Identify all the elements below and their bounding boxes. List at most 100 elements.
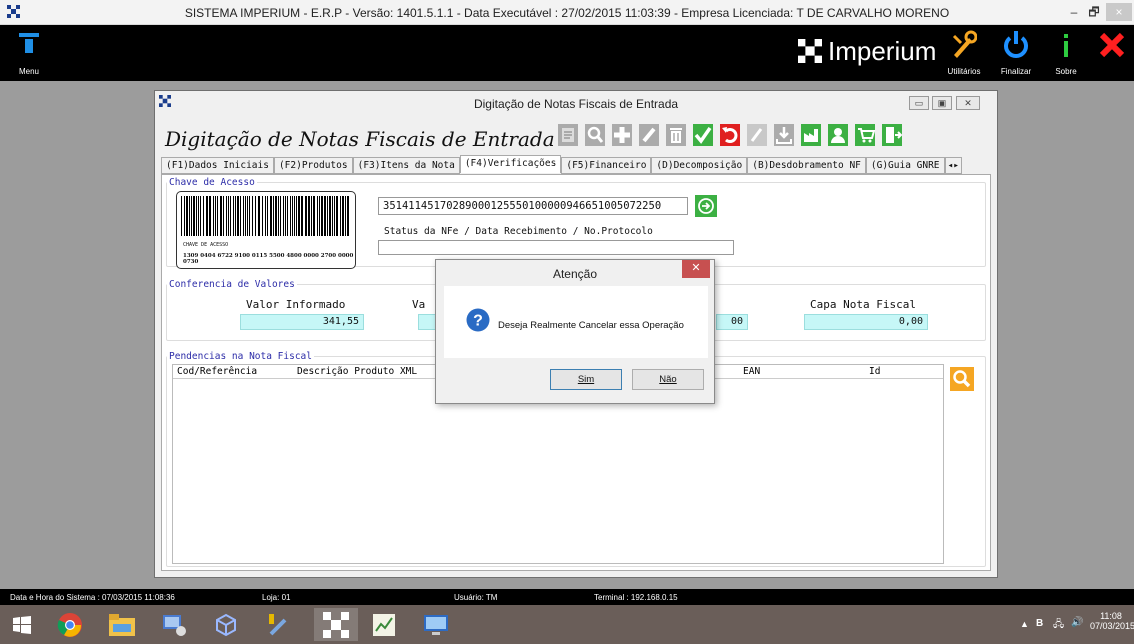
window-titlebar: SISTEMA IMPERIUM - E.R.P - Versão: 1401.…: [0, 0, 1134, 25]
chrome-taskbar-item[interactable]: [50, 608, 90, 641]
sim-button[interactable]: Sim: [550, 369, 622, 390]
undo-icon[interactable]: [719, 123, 741, 147]
dialog-close-button[interactable]: ✕: [956, 96, 980, 110]
editor-taskbar-item[interactable]: [364, 608, 404, 641]
import-icon[interactable]: [773, 123, 795, 147]
nao-button[interactable]: Não: [632, 369, 704, 390]
column-header[interactable]: Cod/Referência: [177, 366, 257, 377]
info-icon: [1064, 34, 1068, 57]
app-toolbar: Menu Imperium Utilitários Finalizar Sobr…: [0, 25, 1134, 81]
chave-acesso-legend: Chave de Acesso: [169, 177, 255, 188]
cart-icon[interactable]: [854, 123, 876, 147]
chart-editor-icon: [373, 613, 395, 636]
dialog-titlebar: Digitação de Notas Fiscais de Entrada ▭ …: [155, 91, 997, 117]
tray-language-indicator[interactable]: B: [1036, 618, 1043, 629]
tab-decomposicao[interactable]: (D)Decomposição: [651, 157, 748, 174]
supplier-icon[interactable]: [827, 123, 849, 147]
tab-scroll-arrows[interactable]: ◂▸: [944, 157, 962, 174]
minimize-button[interactable]: –: [1064, 3, 1084, 21]
tab-verificacoes[interactable]: (F4)Verificações: [459, 155, 562, 173]
windows-logo-icon: [13, 615, 31, 634]
restore-button[interactable]: 🗗: [1084, 3, 1104, 21]
brand-name: Imperium: [828, 35, 937, 66]
status-bar: Data e Hora do Sistema : 07/03/2015 11:0…: [0, 589, 1134, 605]
clock-date: 07/03/2015: [1090, 621, 1134, 631]
dialog-maximize-button[interactable]: ▣: [932, 96, 952, 110]
capa-nota-fiscal-field[interactable]: 0,00: [804, 314, 928, 330]
column-header[interactable]: Descrição Produto XML: [297, 366, 417, 377]
confirm-dialog-body: ? Deseja Realmente Cancelar essa Operaçã…: [444, 286, 708, 358]
sobre-label: Sobre: [1055, 67, 1077, 76]
finalizar-label: Finalizar: [1000, 67, 1032, 76]
menu-icon: [19, 33, 39, 53]
windows-taskbar: ▲ B 🖧 🔊 11:08 07/03/2015: [0, 605, 1134, 644]
tools-icon: [269, 613, 287, 635]
tools-taskbar-item[interactable]: [258, 608, 298, 641]
terminal-status: Terminal : 192.168.0.15: [594, 593, 678, 602]
barcode-image: [181, 196, 349, 236]
clear-icon[interactable]: [746, 123, 768, 147]
question-icon: ?: [466, 308, 490, 332]
exit-door-icon[interactable]: [881, 123, 903, 147]
tab-guia-gnre[interactable]: (G)Guia GNRE: [865, 157, 945, 174]
tab-desdobramento-nf[interactable]: (B)Desdobramento NF: [747, 157, 866, 174]
valor-informado-label: Valor Informado: [246, 298, 346, 311]
valor-informado-field[interactable]: 341,55: [240, 314, 364, 330]
dialog-minimize-button[interactable]: ▭: [909, 96, 929, 110]
column-header[interactable]: Id: [869, 366, 880, 377]
add-icon[interactable]: [611, 123, 633, 147]
start-button[interactable]: [2, 608, 42, 641]
loja-status: Loja: 01: [262, 593, 291, 602]
utilitarios-label: Utilitários: [947, 67, 981, 76]
column-header[interactable]: EAN: [743, 366, 760, 377]
confirm-dialog-close-button[interactable]: ✕: [682, 260, 710, 278]
valor-calculado-label: Va: [412, 298, 426, 311]
go-arrow-icon[interactable]: [695, 195, 717, 217]
clock-time: 11:08: [1100, 611, 1122, 621]
tab-financeiro[interactable]: (F5)Financeiro: [561, 157, 652, 174]
exit-button[interactable]: [1092, 30, 1132, 65]
chave-acesso-input[interactable]: 3514114517028900012555010000094665100507…: [378, 197, 688, 215]
system-datetime: Data e Hora do Sistema : 07/03/2015 11:0…: [10, 593, 175, 602]
file-explorer-taskbar-item[interactable]: [102, 608, 142, 641]
valor-diferenca-field[interactable]: 00: [716, 314, 748, 330]
finalizar-button[interactable]: [996, 30, 1036, 65]
status-nfe-input[interactable]: [378, 240, 734, 255]
usuario-status: Usuário: TM: [454, 593, 498, 602]
virtualbox-taskbar-item[interactable]: [206, 608, 246, 641]
window-close-button[interactable]: ×: [1106, 3, 1132, 21]
network-status-icon[interactable]: 🖧: [1053, 617, 1064, 634]
delete-icon[interactable]: [665, 123, 687, 147]
svg-text:?: ?: [473, 313, 483, 330]
search-icon[interactable]: [950, 367, 974, 391]
menu-button[interactable]: [18, 33, 40, 64]
barcode-box: CHAVE DE ACESSO 1309 0404 6722 9100 0115…: [176, 191, 356, 269]
cube-icon: [216, 613, 236, 636]
utilitarios-button[interactable]: [944, 30, 984, 65]
network-taskbar-item[interactable]: [154, 608, 194, 641]
tab-itens-da-nota[interactable]: (F3)Itens da Nota: [352, 157, 460, 174]
barcode-number: 1309 0404 6722 9100 0115 5500 4800 0000 …: [183, 253, 354, 265]
barcode-caption: CHAVE DE ACESSO: [183, 242, 229, 248]
imperium-brand-icon: [798, 39, 822, 63]
tab-produtos[interactable]: (F2)Produtos: [273, 157, 353, 174]
conferencia-legend: Conferencia de Valores: [169, 279, 295, 290]
imperium-taskbar-item[interactable]: [314, 608, 358, 641]
sobre-button[interactable]: [1046, 30, 1086, 65]
confirm-icon[interactable]: [692, 123, 714, 147]
edit-icon[interactable]: [638, 123, 660, 147]
tray-clock[interactable]: 11:08 07/03/2015: [1090, 611, 1134, 631]
tab-bar: (F1)Dados Iniciais (F2)Produtos (F3)Iten…: [161, 155, 991, 175]
status-nfe-label: Status da NFe / Data Recebimento / No.Pr…: [384, 226, 653, 237]
document-icon[interactable]: [557, 123, 579, 147]
remote-desktop-taskbar-item[interactable]: [416, 608, 456, 641]
factory-icon[interactable]: [800, 123, 822, 147]
power-icon: [1004, 31, 1028, 58]
tab-dados-iniciais[interactable]: (F1)Dados Iniciais: [161, 157, 274, 174]
volume-icon[interactable]: 🔊: [1071, 617, 1083, 628]
chrome-icon: [57, 612, 82, 637]
tray-expand-icon[interactable]: ▲: [1020, 619, 1029, 629]
tools-icon: [952, 30, 978, 58]
search-icon[interactable]: [584, 123, 606, 147]
confirm-message: Deseja Realmente Cancelar essa Operação: [498, 320, 684, 331]
